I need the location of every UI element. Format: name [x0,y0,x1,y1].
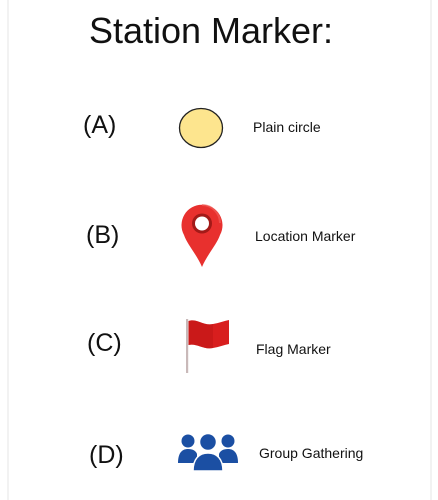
marker-letter: (C) [87,329,122,357]
marker-label: Location Marker [255,228,356,244]
marker-row-location: (B) Location Marker [0,198,438,278]
marker-label: Flag Marker [256,341,331,357]
diagram-title: Station Marker: [88,10,334,51]
marker-letter: (A) [83,111,117,139]
location-pin-icon [181,204,223,267]
marker-row-plain-circle: (A) Plain circle [0,88,438,168]
plain-circle-icon [178,107,224,149]
marker-row-flag: (C) Flag Marker [0,304,438,384]
flag-icon [186,319,229,373]
marker-letter: (D) [89,441,124,469]
group-people-icon [178,432,238,472]
marker-label: Group Gathering [259,445,364,461]
marker-row-group: (D) Group Gathering [0,414,438,494]
marker-letter: (B) [86,221,120,249]
marker-label: Plain circle [253,119,321,135]
